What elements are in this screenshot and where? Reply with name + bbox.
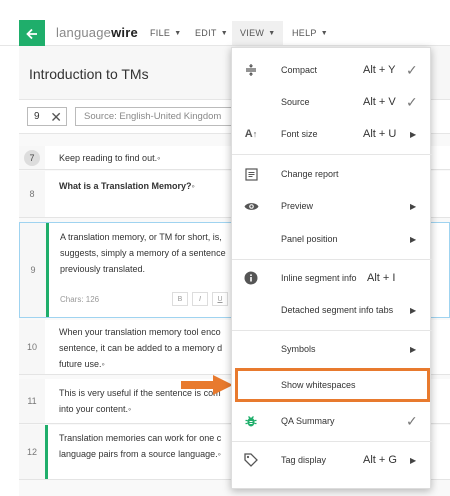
check-icon: ✓ [406, 93, 418, 110]
menu-item-change-report[interactable]: Change report [232, 158, 432, 190]
menu-divider [232, 330, 432, 331]
segment-number: 11 [19, 379, 45, 423]
logo-text-light: language [56, 25, 112, 40]
bold-button[interactable]: B [172, 292, 188, 306]
segment-number: 8 [19, 171, 45, 217]
close-icon[interactable]: ✕ [50, 109, 62, 126]
page-title: Introduction to TMs [29, 66, 149, 82]
menu-item-label: Tag display [281, 455, 327, 465]
chevron-down-icon: ▼ [220, 29, 228, 37]
menu-item-label: Font size [281, 129, 318, 139]
segment-status-bar [45, 425, 48, 479]
segment-number: 9 [20, 223, 46, 317]
shortcut-label: Alt + V [363, 96, 396, 108]
menu-file-label: FILE [150, 28, 171, 38]
logo-text-bold: wire [111, 25, 138, 40]
menu-item-detached-segment-info-tabs[interactable]: Detached segment info tabs ▶ [232, 294, 432, 326]
menu-divider [232, 259, 432, 260]
chevron-down-icon: ▼ [320, 29, 328, 37]
menu-item-label: Compact [281, 65, 318, 75]
arrow-left-icon [26, 28, 37, 39]
shortcut-label: Alt + Y [363, 64, 396, 76]
menu-item-font-size[interactable]: A ↑ Font size Alt + U ▶ [232, 118, 432, 150]
check-icon: ✓ [406, 61, 418, 78]
menu-item-compact[interactable]: Compact Alt + Y ✓ [232, 54, 432, 86]
menu-divider [232, 154, 432, 155]
menu-item-source[interactable]: Source Alt + V ✓ [232, 86, 432, 118]
chevron-right-icon: ▶ [410, 129, 417, 139]
segment-status-bar [46, 223, 49, 317]
chevron-down-icon: ▼ [268, 29, 276, 37]
bug-icon [242, 412, 260, 430]
menu-item-panel-position[interactable]: Panel position ▶ [232, 223, 432, 255]
segment-number: 7 [19, 146, 45, 169]
font-size-icon: A ↑ [244, 128, 258, 140]
menu-item-inline-segment-info[interactable]: Inline segment info Alt + I [232, 262, 432, 294]
segment-number: 10 [19, 320, 45, 374]
menu-item-label: Inline segment info [281, 273, 357, 283]
eye-icon [242, 197, 260, 215]
segment-number-value: 9 [34, 111, 40, 122]
menu-help-label: HELP [292, 28, 317, 38]
menu-item-label: QA Summary [281, 416, 335, 426]
italic-button[interactable]: I [192, 292, 208, 306]
menu-item-preview[interactable]: Preview ▶ [232, 190, 432, 222]
menu-item-tag-display[interactable]: Tag display Alt + G ▶ [232, 444, 432, 476]
top-bar: languagewire FILE ▼ EDIT ▼ VIEW ▼ HELP ▼ [0, 0, 450, 47]
underline-button[interactable]: U [212, 292, 228, 306]
source-search-placeholder: Source: English-United Kingdom [84, 111, 222, 122]
menu-item-label: Source [281, 97, 310, 107]
view-menu-dropdown: Compact Alt + Y ✓ Source Alt + V ✓ A ↑ Fo… [231, 47, 432, 489]
chevron-right-icon: ▶ [410, 455, 417, 465]
back-button[interactable] [19, 20, 45, 47]
highlight-box [235, 368, 430, 402]
app-logo[interactable]: languagewire [56, 25, 138, 40]
tag-icon [242, 451, 260, 469]
segment-number-input[interactable]: 9 ✕ [27, 107, 67, 126]
menu-item-label: Detached segment info tabs [281, 305, 394, 315]
chevron-right-icon: ▶ [410, 305, 417, 315]
chevron-right-icon: ▶ [410, 201, 417, 211]
menu-edit-label: EDIT [195, 28, 217, 38]
menu-item-label: Preview [281, 201, 314, 211]
chevron-right-icon: ▶ [410, 234, 417, 244]
shortcut-label: Alt + G [363, 454, 397, 466]
chevron-right-icon: ▶ [410, 344, 417, 354]
chevron-down-icon: ▼ [174, 29, 182, 37]
info-icon [242, 269, 260, 287]
compact-icon [242, 61, 260, 79]
change-report-icon [242, 165, 260, 183]
menu-divider [232, 441, 432, 442]
menu-item-qa-summary[interactable]: QA Summary ✓ [232, 405, 432, 437]
menu-file[interactable]: FILE ▼ [142, 21, 189, 45]
shortcut-label: Alt + I [367, 272, 396, 284]
check-icon: ✓ [406, 412, 418, 429]
shortcut-label: Alt + U [363, 128, 397, 140]
menu-view-label: VIEW [240, 28, 265, 38]
menu-item-label: Change report [281, 169, 339, 179]
menu-edit[interactable]: EDIT ▼ [187, 21, 236, 45]
menu-item-symbols[interactable]: Symbols ▶ [232, 333, 432, 365]
menu-item-label: Symbols [281, 344, 316, 354]
segment-number: 12 [19, 425, 45, 479]
char-count: Chars: 126 [60, 295, 100, 304]
menu-view[interactable]: VIEW ▼ [232, 21, 284, 45]
annotation-arrow-icon [181, 375, 233, 395]
menu-help[interactable]: HELP ▼ [284, 21, 336, 45]
menu-item-label: Panel position [281, 234, 338, 244]
